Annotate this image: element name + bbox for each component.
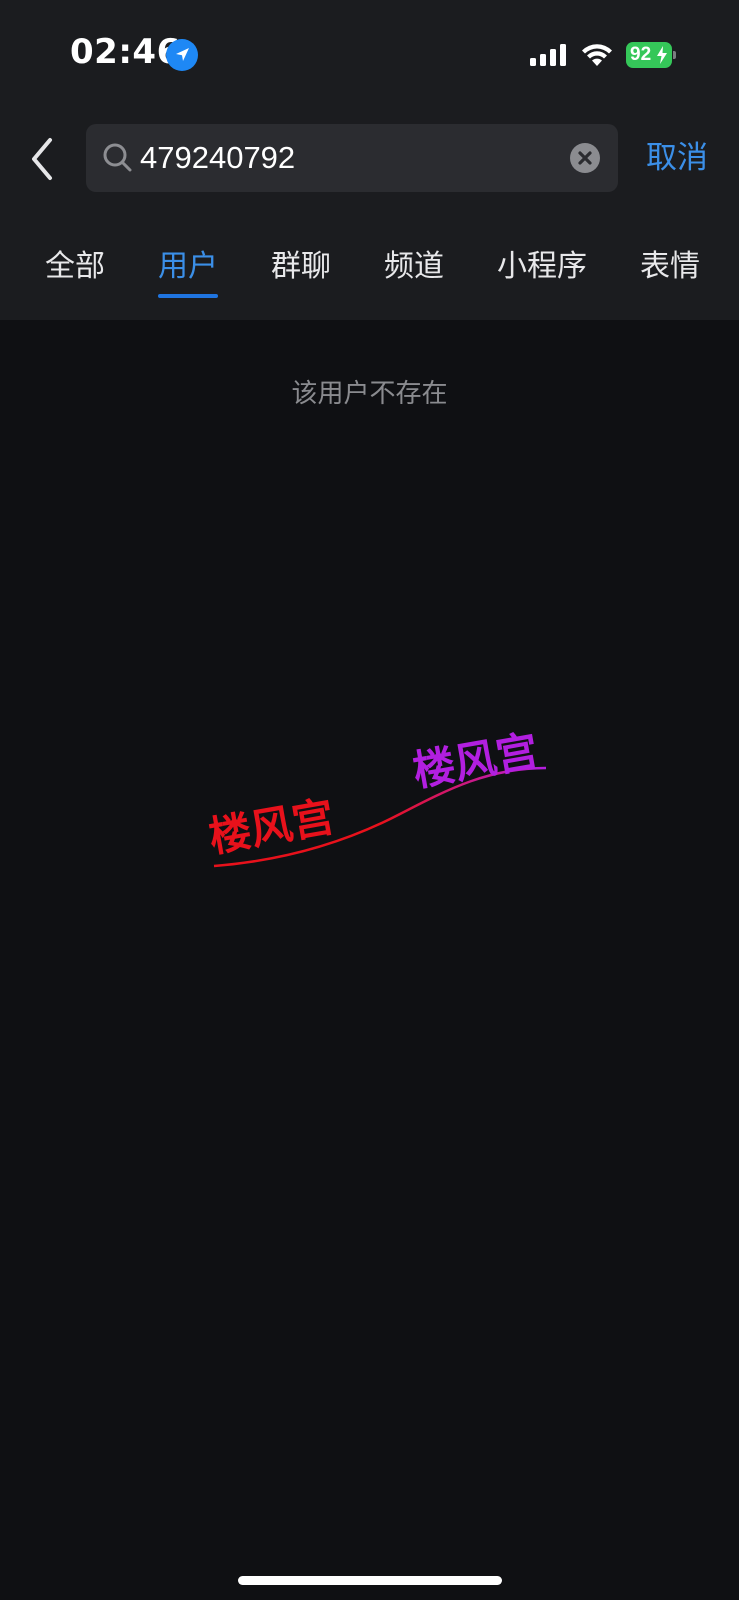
- chevron-left-icon: [32, 138, 52, 180]
- wifi-icon: [580, 42, 614, 68]
- tab-group-chats[interactable]: 群聊: [271, 246, 331, 288]
- battery-charging-icon: 92: [626, 42, 676, 68]
- tab-all[interactable]: 全部: [45, 246, 105, 288]
- watermark-text-right: 楼风宫: [409, 726, 542, 796]
- watermark-logo: 楼风宫 楼风宫: [205, 726, 547, 868]
- location-arrow-icon: [166, 39, 198, 71]
- signal-bars-icon: [530, 44, 568, 66]
- tab-channels[interactable]: 频道: [384, 246, 444, 288]
- tab-users[interactable]: 用户: [158, 246, 218, 288]
- search-icon: [102, 142, 134, 174]
- empty-result-message: 该用户不存在: [291, 379, 448, 409]
- back-button[interactable]: [24, 134, 64, 184]
- home-indicator[interactable]: [238, 1576, 502, 1585]
- active-tab-indicator: [158, 294, 218, 298]
- header: 02:46 92 479240792 取消 全部 用户 群聊 频道 小程序 表情: [0, 0, 739, 320]
- battery-tip: [673, 51, 676, 59]
- watermark-text-left: 楼风宫: [205, 792, 338, 862]
- status-bar: 02:46 92: [0, 0, 739, 100]
- clear-icon[interactable]: [570, 143, 600, 173]
- search-box[interactable]: [86, 124, 618, 192]
- search-category-tabs: 全部 用户 群聊 频道 小程序 表情: [0, 246, 739, 306]
- cancel-button[interactable]: 取消: [646, 136, 708, 180]
- tab-mini-programs[interactable]: 小程序: [497, 246, 587, 288]
- search-input[interactable]: [140, 124, 540, 192]
- status-time: 02:46: [70, 32, 181, 72]
- tab-stickers[interactable]: 表情: [640, 246, 700, 288]
